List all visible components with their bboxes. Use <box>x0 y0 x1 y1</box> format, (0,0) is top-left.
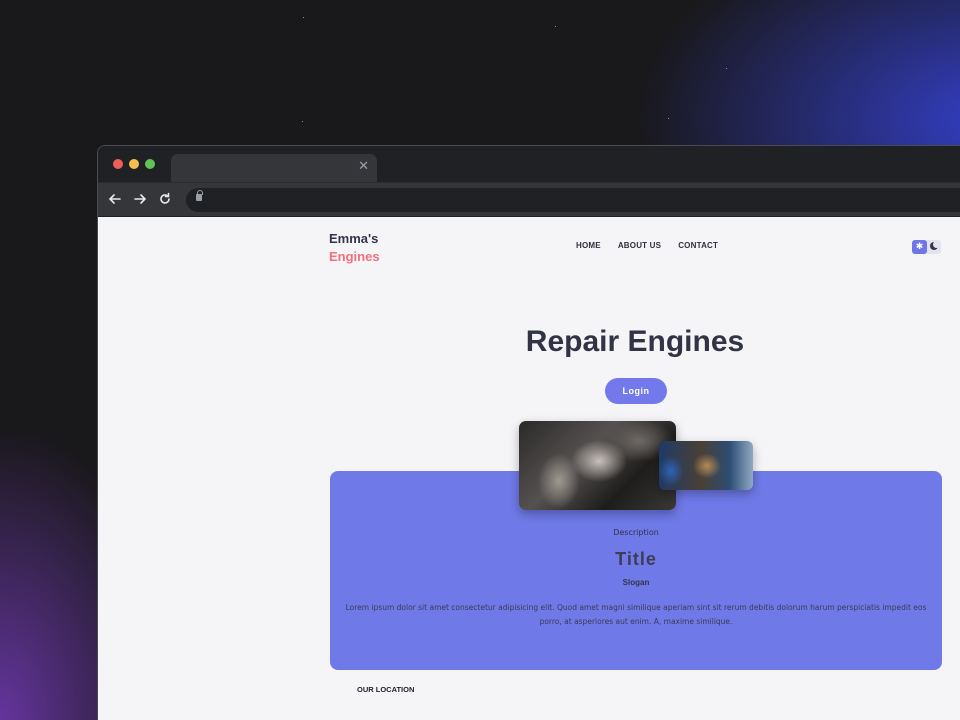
arrow-right-icon[interactable] <box>131 190 149 208</box>
browser-tab[interactable]: ✕ <box>171 154 377 182</box>
card-title: Title <box>615 549 657 569</box>
card-description: Description <box>613 528 659 537</box>
engine-parts-image <box>659 441 753 490</box>
main-nav: HOME ABOUT US CONTACT <box>576 241 718 250</box>
address-bar[interactable] <box>186 188 960 212</box>
nav-home[interactable]: HOME <box>576 241 601 250</box>
card-slogan: Slogan <box>622 578 650 587</box>
page-viewport: Emma's Engines HOME ABOUT US CONTACT ✱ R… <box>98 217 960 720</box>
moon-icon[interactable] <box>930 241 940 250</box>
maximize-window-button[interactable] <box>145 159 155 169</box>
site-logo[interactable]: Emma's Engines <box>329 230 380 266</box>
location-heading: OUR LOCATION <box>357 685 415 694</box>
arrow-left-icon[interactable] <box>106 190 124 208</box>
browser-titlebar: ✕ <box>98 146 960 182</box>
theme-toggle[interactable]: ✱ <box>912 240 941 254</box>
engine-repair-image <box>519 421 676 510</box>
nav-about-us[interactable]: ABOUT US <box>618 241 661 250</box>
hero-title: Repair Engines <box>525 325 745 358</box>
reload-icon[interactable] <box>156 190 174 208</box>
logo-line-2: Engines <box>329 249 380 264</box>
browser-toolbar <box>98 182 960 216</box>
sun-icon[interactable]: ✱ <box>912 240 927 254</box>
card-body-text: Lorem ipsum dolor sit amet consectetur a… <box>345 603 927 626</box>
nav-contact[interactable]: CONTACT <box>678 241 718 250</box>
tab-close-icon[interactable]: ✕ <box>358 159 369 175</box>
login-button[interactable]: Login <box>605 378 667 404</box>
minimize-window-button[interactable] <box>129 159 139 169</box>
close-window-button[interactable] <box>113 159 123 169</box>
logo-line-1: Emma's <box>329 231 379 246</box>
lock-icon <box>196 190 203 201</box>
browser-window: ✕ Emma's Engines HOME ABOUT US CONTACT ✱ <box>97 145 960 720</box>
